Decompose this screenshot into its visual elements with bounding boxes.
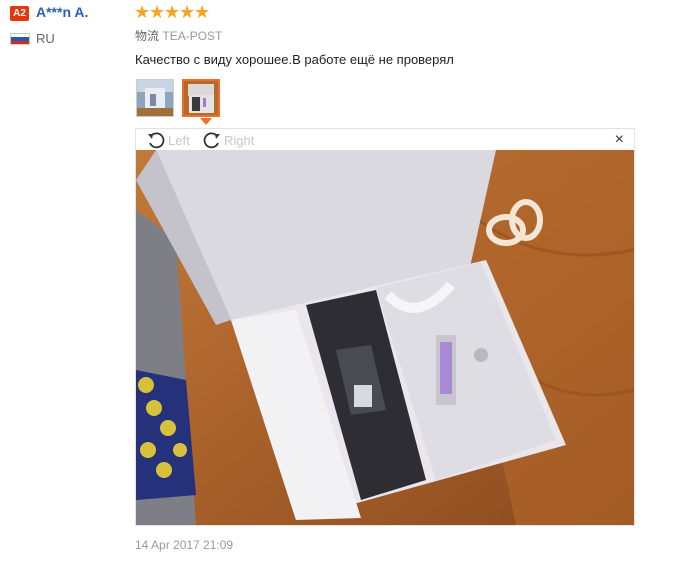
review-photo bbox=[136, 150, 634, 525]
reviewer-country: RU bbox=[36, 31, 55, 46]
selected-thumbnail-pointer bbox=[200, 118, 212, 125]
review-date: 14 Apr 2017 21:09 bbox=[135, 538, 234, 552]
rotate-right-button[interactable]: Right bbox=[202, 131, 254, 149]
russia-flag-icon bbox=[10, 33, 30, 45]
reviewer-name[interactable]: A***n A. bbox=[36, 4, 88, 20]
rotate-right-label: Right bbox=[224, 132, 255, 148]
star-icon: ★ bbox=[179, 2, 196, 22]
review-photo-thumbnail-1[interactable] bbox=[136, 79, 174, 117]
rotate-left-label: Left bbox=[168, 132, 190, 148]
rotate-left-button[interactable]: Left bbox=[146, 131, 190, 149]
review-text: Качество с виду хорошее.В работе ещё не … bbox=[135, 52, 454, 67]
rotate-right-icon bbox=[203, 132, 220, 149]
star-icon: ★ bbox=[134, 2, 151, 22]
photo-viewer: Left Right × bbox=[135, 128, 635, 526]
star-icon: ★ bbox=[149, 2, 166, 22]
star-icon: ★ bbox=[164, 2, 181, 22]
review-photo-thumbnail-2[interactable] bbox=[182, 79, 220, 117]
user-level-badge: A2 bbox=[10, 6, 29, 21]
star-rating: ★★★★★ bbox=[134, 2, 211, 23]
logistics-label: 物流 bbox=[135, 29, 160, 43]
rotate-left-icon bbox=[148, 132, 165, 149]
logistics-info: 物流 TEA-POST bbox=[135, 27, 222, 44]
logistics-value: TEA-POST bbox=[162, 29, 223, 43]
star-icon: ★ bbox=[194, 2, 211, 22]
photo-viewer-toolbar: Left Right × bbox=[136, 129, 634, 150]
close-viewer-button[interactable]: × bbox=[615, 131, 624, 149]
